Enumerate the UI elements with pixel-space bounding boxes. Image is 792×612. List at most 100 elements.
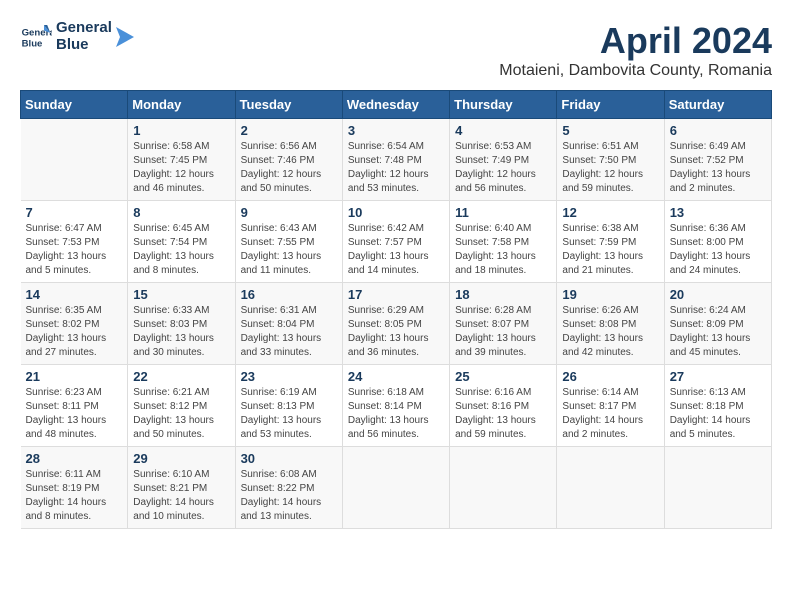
day-number: 3 [348,123,444,138]
day-content: Sunrise: 6:19 AM Sunset: 8:13 PM Dayligh… [241,386,337,442]
calendar-cell: 7 Sunrise: 6:47 AM Sunset: 7:53 PM Daylig… [21,201,128,283]
day-number: 19 [562,287,658,302]
month-year-title: April 2024 [499,20,772,62]
day-number: 17 [348,287,444,302]
calendar-cell: 13 Sunrise: 6:36 AM Sunset: 8:00 PM Dayli… [664,201,771,283]
calendar-cell: 11 Sunrise: 6:40 AM Sunset: 7:58 PM Dayli… [450,201,557,283]
day-number: 27 [670,369,766,384]
day-content: Sunrise: 6:28 AM Sunset: 8:07 PM Dayligh… [455,304,551,360]
calendar-cell: 14 Sunrise: 6:35 AM Sunset: 8:02 PM Dayli… [21,283,128,365]
day-number: 2 [241,123,337,138]
location-subtitle: Motaieni, Dambovita County, Romania [499,62,772,80]
day-number: 9 [241,205,337,220]
calendar-cell: 6Sunrise: 6:49 AM Sunset: 7:52 PM Daylig… [664,119,771,201]
calendar-cell: 24 Sunrise: 6:18 AM Sunset: 8:14 PM Dayli… [342,365,449,447]
day-content: Sunrise: 6:10 AM Sunset: 8:21 PM Dayligh… [133,468,229,524]
day-content: Sunrise: 6:40 AM Sunset: 7:58 PM Dayligh… [455,222,551,278]
day-content: Sunrise: 6:35 AM Sunset: 8:02 PM Dayligh… [26,304,123,360]
day-content: Sunrise: 6:11 AM Sunset: 8:19 PM Dayligh… [26,468,123,524]
day-content: Sunrise: 6:24 AM Sunset: 8:09 PM Dayligh… [670,304,766,360]
day-number: 7 [26,205,123,220]
logo: General Blue General Blue [20,20,134,53]
day-number: 13 [670,205,766,220]
day-number: 24 [348,369,444,384]
calendar-week-row: 14 Sunrise: 6:35 AM Sunset: 8:02 PM Dayli… [21,283,772,365]
day-number: 23 [241,369,337,384]
calendar-cell: 29 Sunrise: 6:10 AM Sunset: 8:21 PM Dayli… [128,447,235,529]
calendar-cell: 16 Sunrise: 6:31 AM Sunset: 8:04 PM Dayli… [235,283,342,365]
calendar-cell: 15 Sunrise: 6:33 AM Sunset: 8:03 PM Dayli… [128,283,235,365]
day-content: Sunrise: 6:43 AM Sunset: 7:55 PM Dayligh… [241,222,337,278]
calendar-week-row: 21 Sunrise: 6:23 AM Sunset: 8:11 PM Dayli… [21,365,772,447]
header-sunday: Sunday [21,91,128,119]
day-number: 5 [562,123,658,138]
calendar-cell: 25 Sunrise: 6:16 AM Sunset: 8:16 PM Dayli… [450,365,557,447]
day-content: Sunrise: 6:31 AM Sunset: 8:04 PM Dayligh… [241,304,337,360]
calendar-cell [342,447,449,529]
day-number: 28 [26,451,123,466]
header-tuesday: Tuesday [235,91,342,119]
calendar-cell [450,447,557,529]
header-friday: Friday [557,91,664,119]
calendar-cell: 23 Sunrise: 6:19 AM Sunset: 8:13 PM Dayli… [235,365,342,447]
day-number: 22 [133,369,229,384]
calendar-cell [21,119,128,201]
calendar-cell: 3 Sunrise: 6:54 AM Sunset: 7:48 PM Daylig… [342,119,449,201]
day-number: 15 [133,287,229,302]
day-content: Sunrise: 6:56 AM Sunset: 7:46 PM Dayligh… [241,140,337,196]
calendar-cell: 19 Sunrise: 6:26 AM Sunset: 8:08 PM Dayli… [557,283,664,365]
day-content: Sunrise: 6:08 AM Sunset: 8:22 PM Dayligh… [241,468,337,524]
calendar-header-row: SundayMondayTuesdayWednesdayThursdayFrid… [21,91,772,119]
calendar-cell: 12 Sunrise: 6:38 AM Sunset: 7:59 PM Dayli… [557,201,664,283]
calendar-cell: 27 Sunrise: 6:13 AM Sunset: 8:18 PM Dayli… [664,365,771,447]
day-number: 25 [455,369,551,384]
day-number: 18 [455,287,551,302]
day-content: Sunrise: 6:14 AM Sunset: 8:17 PM Dayligh… [562,386,658,442]
calendar-cell: 21 Sunrise: 6:23 AM Sunset: 8:11 PM Dayli… [21,365,128,447]
title-block: April 2024 Motaieni, Dambovita County, R… [499,20,772,80]
calendar-cell [664,447,771,529]
day-content: Sunrise: 6:53 AM Sunset: 7:49 PM Dayligh… [455,140,551,196]
blue-arrow-icon [116,27,134,47]
day-content: Sunrise: 6:23 AM Sunset: 8:11 PM Dayligh… [26,386,123,442]
header-thursday: Thursday [450,91,557,119]
calendar-cell: 17 Sunrise: 6:29 AM Sunset: 8:05 PM Dayli… [342,283,449,365]
calendar-cell: 4 Sunrise: 6:53 AM Sunset: 7:49 PM Daylig… [450,119,557,201]
day-number: 29 [133,451,229,466]
day-content: Sunrise: 6:38 AM Sunset: 7:59 PM Dayligh… [562,222,658,278]
calendar-table: SundayMondayTuesdayWednesdayThursdayFrid… [20,90,772,529]
day-content: Sunrise: 6:36 AM Sunset: 8:00 PM Dayligh… [670,222,766,278]
calendar-cell: 30Sunrise: 6:08 AM Sunset: 8:22 PM Dayli… [235,447,342,529]
day-number: 20 [670,287,766,302]
calendar-cell: 20 Sunrise: 6:24 AM Sunset: 8:09 PM Dayli… [664,283,771,365]
day-content: Sunrise: 6:49 AM Sunset: 7:52 PM Dayligh… [670,140,766,196]
svg-text:Blue: Blue [22,38,43,49]
day-content: Sunrise: 6:54 AM Sunset: 7:48 PM Dayligh… [348,140,444,196]
day-content: Sunrise: 6:26 AM Sunset: 8:08 PM Dayligh… [562,304,658,360]
day-number: 10 [348,205,444,220]
day-content: Sunrise: 6:21 AM Sunset: 8:12 PM Dayligh… [133,386,229,442]
day-content: Sunrise: 6:33 AM Sunset: 8:03 PM Dayligh… [133,304,229,360]
day-number: 16 [241,287,337,302]
day-number: 12 [562,205,658,220]
calendar-cell: 22 Sunrise: 6:21 AM Sunset: 8:12 PM Dayli… [128,365,235,447]
day-content: Sunrise: 6:29 AM Sunset: 8:05 PM Dayligh… [348,304,444,360]
day-number: 4 [455,123,551,138]
day-number: 14 [26,287,123,302]
day-number: 8 [133,205,229,220]
day-content: Sunrise: 6:47 AM Sunset: 7:53 PM Dayligh… [26,222,123,278]
day-content: Sunrise: 6:18 AM Sunset: 8:14 PM Dayligh… [348,386,444,442]
header-saturday: Saturday [664,91,771,119]
calendar-cell [557,447,664,529]
calendar-cell: 1 Sunrise: 6:58 AM Sunset: 7:45 PM Daylig… [128,119,235,201]
day-number: 11 [455,205,551,220]
day-number: 21 [26,369,123,384]
day-content: Sunrise: 6:13 AM Sunset: 8:18 PM Dayligh… [670,386,766,442]
day-content: Sunrise: 6:58 AM Sunset: 7:45 PM Dayligh… [133,140,229,196]
calendar-cell: 26 Sunrise: 6:14 AM Sunset: 8:17 PM Dayli… [557,365,664,447]
day-number: 26 [562,369,658,384]
calendar-week-row: 28 Sunrise: 6:11 AM Sunset: 8:19 PM Dayli… [21,447,772,529]
day-content: Sunrise: 6:16 AM Sunset: 8:16 PM Dayligh… [455,386,551,442]
day-number: 1 [133,123,229,138]
calendar-week-row: 7 Sunrise: 6:47 AM Sunset: 7:53 PM Daylig… [21,201,772,283]
